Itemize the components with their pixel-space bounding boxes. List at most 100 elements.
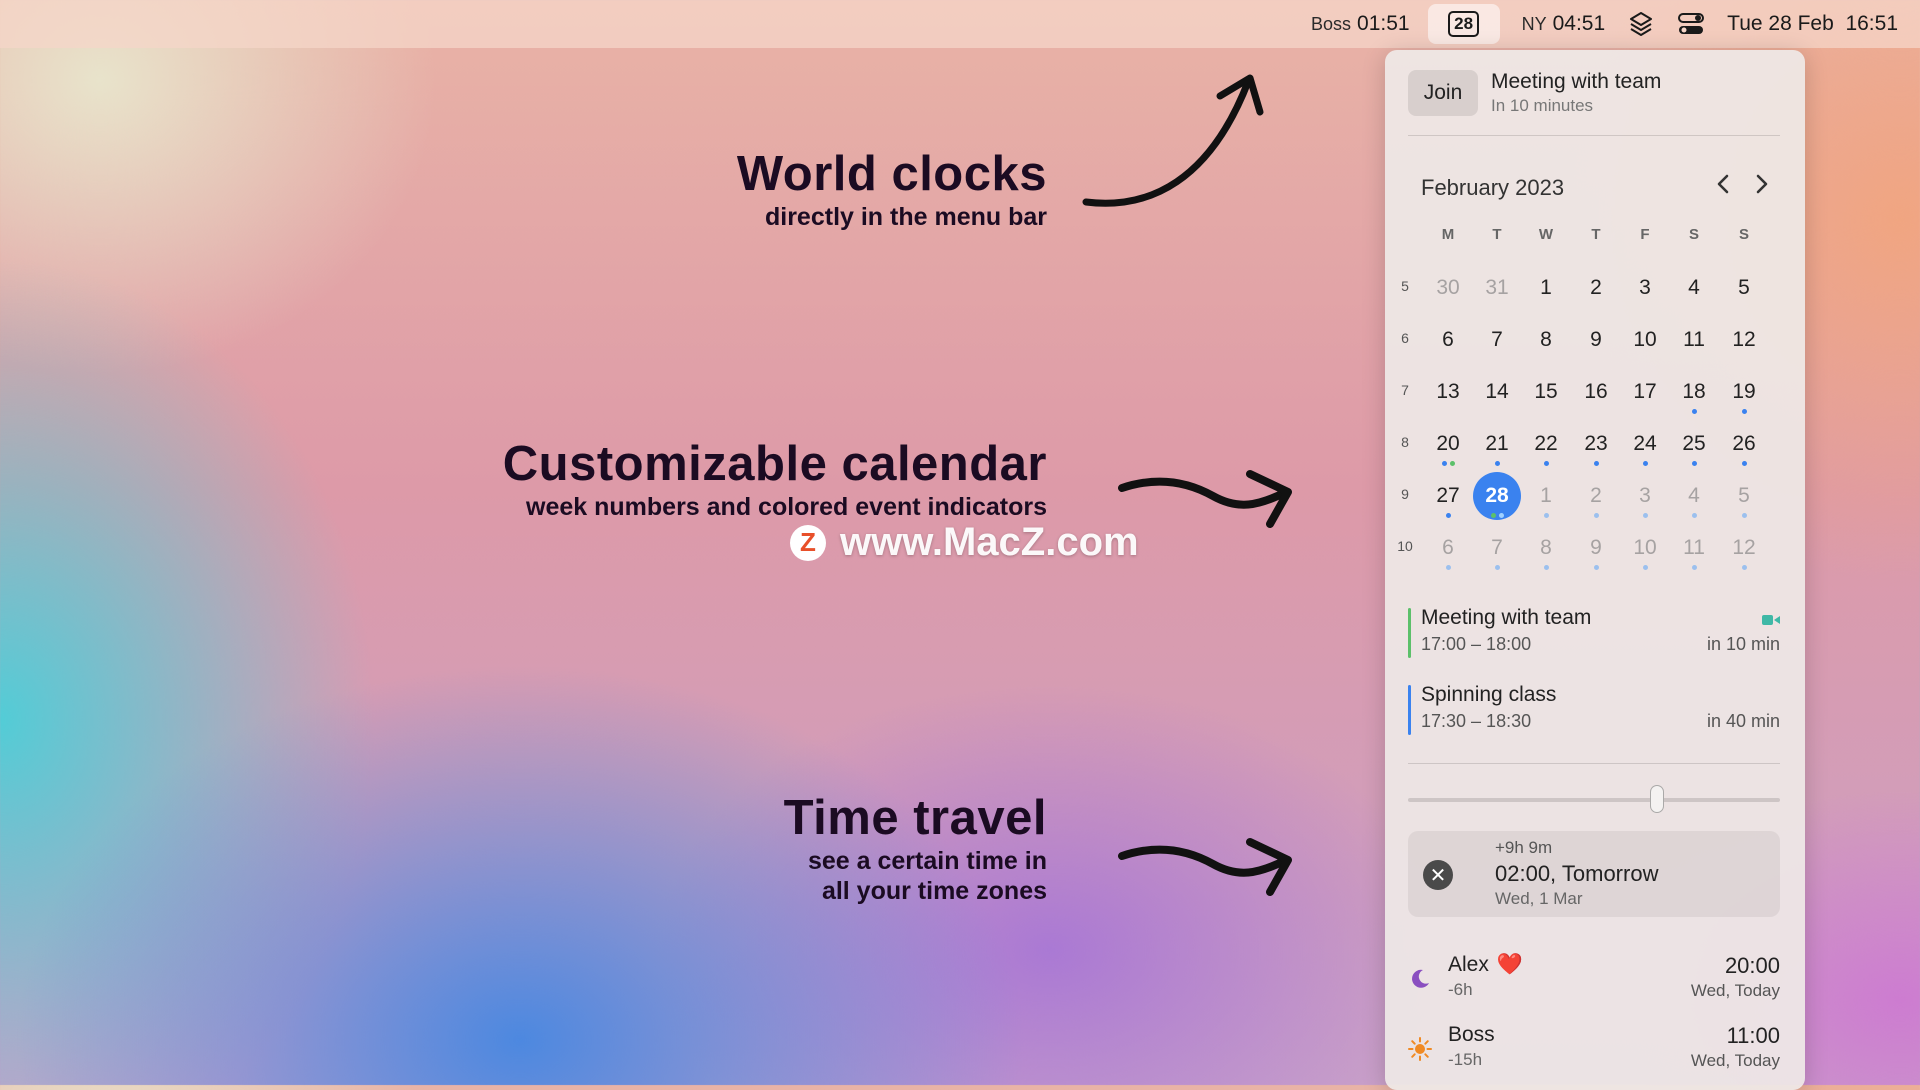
calendar-day[interactable]: 24 bbox=[1621, 420, 1669, 468]
event-indicator-dot bbox=[1445, 565, 1451, 570]
annotation-world-clocks: World clocks directly in the menu bar bbox=[737, 146, 1047, 232]
event-indicator-dots bbox=[1621, 513, 1669, 518]
menubar-clock-ny[interactable]: NY 04:51 bbox=[1522, 12, 1606, 36]
calendar-day[interactable]: 2 bbox=[1572, 472, 1620, 520]
event-indicator-dot bbox=[1593, 565, 1599, 570]
calendar-day[interactable]: 12 bbox=[1720, 316, 1768, 364]
calendar-day[interactable]: 3 bbox=[1621, 264, 1669, 312]
join-meeting-button[interactable]: Join bbox=[1408, 70, 1478, 116]
calendar-day[interactable]: 17 bbox=[1621, 368, 1669, 416]
calendar-day[interactable]: 9 bbox=[1572, 316, 1620, 364]
calendar-day[interactable]: 3 bbox=[1621, 472, 1669, 520]
calendar-day[interactable]: 8 bbox=[1522, 524, 1570, 572]
annotation-calendar: Customizable calendar week numbers and c… bbox=[503, 436, 1047, 522]
time-travel-slider-track[interactable] bbox=[1408, 798, 1780, 802]
calendar-day-number: 9 bbox=[1590, 536, 1602, 559]
calendar-day-number: 22 bbox=[1534, 432, 1558, 455]
calendar-day[interactable]: 26 bbox=[1720, 420, 1768, 468]
event-indicator-dot bbox=[1691, 565, 1697, 570]
calendar-day[interactable]: 6 bbox=[1424, 316, 1472, 364]
calendar-day[interactable]: 15 bbox=[1522, 368, 1570, 416]
calendar-day-number: 3 bbox=[1639, 484, 1651, 507]
event-indicator-dot bbox=[1494, 461, 1500, 466]
calendar-day[interactable]: 14 bbox=[1473, 368, 1521, 416]
event-title[interactable]: Spinning class bbox=[1421, 683, 1556, 707]
menubar-clock-ny-label: NY bbox=[1521, 13, 1547, 34]
weekday-label: T bbox=[1591, 226, 1601, 243]
calendar-day-number: 2 bbox=[1590, 484, 1602, 507]
calendar-day[interactable]: 1 bbox=[1522, 472, 1570, 520]
event-indicator-dots bbox=[1720, 513, 1768, 518]
event-indicator-dot bbox=[1498, 513, 1504, 518]
calendar-day[interactable]: 30 bbox=[1424, 264, 1472, 312]
calendar-day-number: 31 bbox=[1485, 276, 1509, 299]
calendar-day[interactable]: 16 bbox=[1572, 368, 1620, 416]
calendar-day-number: 6 bbox=[1442, 328, 1454, 351]
calendar-day-today[interactable]: 28 bbox=[1473, 472, 1521, 520]
control-center-icon[interactable] bbox=[1677, 10, 1705, 38]
event-indicator-dot bbox=[1741, 565, 1747, 570]
menubar-datetime[interactable]: Tue 28 Feb 16:51 bbox=[1727, 12, 1898, 36]
calendar-day[interactable]: 2 bbox=[1572, 264, 1620, 312]
calendar-day[interactable]: 7 bbox=[1473, 524, 1521, 572]
layers-icon[interactable] bbox=[1627, 10, 1655, 38]
calendar-day-number: 23 bbox=[1584, 432, 1608, 455]
calendar-day[interactable]: 4 bbox=[1670, 472, 1718, 520]
calendar-day[interactable]: 4 bbox=[1670, 264, 1718, 312]
calendar-day[interactable]: 25 bbox=[1670, 420, 1718, 468]
close-icon[interactable]: ✕ bbox=[1423, 860, 1453, 890]
calendar-day-number: 1 bbox=[1540, 484, 1552, 507]
event-indicator-dot bbox=[1691, 461, 1697, 466]
zone-time: 11:00 bbox=[1726, 1023, 1780, 1048]
sun-icon bbox=[1408, 1037, 1432, 1061]
time-travel-offset: +9h 9m bbox=[1495, 838, 1553, 857]
event-indicator-dots bbox=[1670, 409, 1718, 414]
zone-offset: -15h bbox=[1448, 1050, 1483, 1069]
next-month-button[interactable] bbox=[1746, 168, 1778, 200]
calendar-day[interactable]: 8 bbox=[1522, 316, 1570, 364]
event-indicator-dots bbox=[1720, 565, 1768, 570]
calendar-day[interactable]: 13 bbox=[1424, 368, 1472, 416]
calendar-day[interactable]: 27 bbox=[1424, 472, 1472, 520]
calendar-day[interactable]: 31 bbox=[1473, 264, 1521, 312]
calendar-day-number: 9 bbox=[1590, 328, 1602, 351]
calendar-day[interactable]: 1 bbox=[1522, 264, 1570, 312]
calendar-day[interactable]: 10 bbox=[1621, 316, 1669, 364]
calendar-day[interactable]: 5 bbox=[1720, 472, 1768, 520]
calendar-day[interactable]: 19 bbox=[1720, 368, 1768, 416]
calendar-day[interactable]: 11 bbox=[1670, 524, 1718, 572]
calendar-day[interactable]: 12 bbox=[1720, 524, 1768, 572]
calendar-day[interactable]: 11 bbox=[1670, 316, 1718, 364]
zone-name[interactable]: Boss bbox=[1448, 1023, 1495, 1047]
event-indicator-dots bbox=[1473, 565, 1521, 570]
calendar-day-number: 3 bbox=[1639, 276, 1651, 299]
calendar-day[interactable]: 21 bbox=[1473, 420, 1521, 468]
week-number: 6 bbox=[1401, 330, 1409, 346]
menubar-clock-boss[interactable]: Boss 01:51 bbox=[1311, 12, 1410, 36]
calendar-day[interactable]: 7 bbox=[1473, 316, 1521, 364]
calendar-day[interactable]: 6 bbox=[1424, 524, 1472, 572]
calendar-day[interactable]: 10 bbox=[1621, 524, 1669, 572]
calendar-day[interactable]: 20 bbox=[1424, 420, 1472, 468]
calendar-day[interactable]: 18 bbox=[1670, 368, 1718, 416]
time-travel-date: Wed, 1 Mar bbox=[1495, 889, 1583, 908]
video-camera-icon[interactable] bbox=[1762, 614, 1780, 626]
event-title[interactable]: Meeting with team bbox=[1421, 606, 1591, 630]
event-indicator-dots bbox=[1424, 513, 1472, 518]
zone-name[interactable]: Alex ❤️ bbox=[1448, 953, 1523, 977]
annotation-calendar-title: Customizable calendar bbox=[502, 437, 1047, 491]
event-indicator-dots bbox=[1621, 461, 1669, 466]
time-travel-slider-thumb[interactable] bbox=[1650, 785, 1665, 813]
zone-day: Wed, Today bbox=[1690, 981, 1780, 1000]
event-indicator-dots bbox=[1621, 565, 1669, 570]
calendar-day[interactable]: 23 bbox=[1572, 420, 1620, 468]
menubar-calendar-button[interactable]: 28 bbox=[1427, 4, 1500, 44]
calendar-day[interactable]: 22 bbox=[1522, 420, 1570, 468]
annotation-time-travel-subtitle-1: see a certain time in bbox=[807, 847, 1047, 875]
zone-name-text: Alex bbox=[1448, 953, 1489, 976]
calendar-day[interactable]: 5 bbox=[1720, 264, 1768, 312]
calendar-day[interactable]: 9 bbox=[1572, 524, 1620, 572]
prev-month-button[interactable] bbox=[1707, 168, 1739, 200]
event-indicator-dot bbox=[1593, 513, 1599, 518]
annotation-world-clocks-subtitle: directly in the menu bar bbox=[764, 203, 1047, 231]
